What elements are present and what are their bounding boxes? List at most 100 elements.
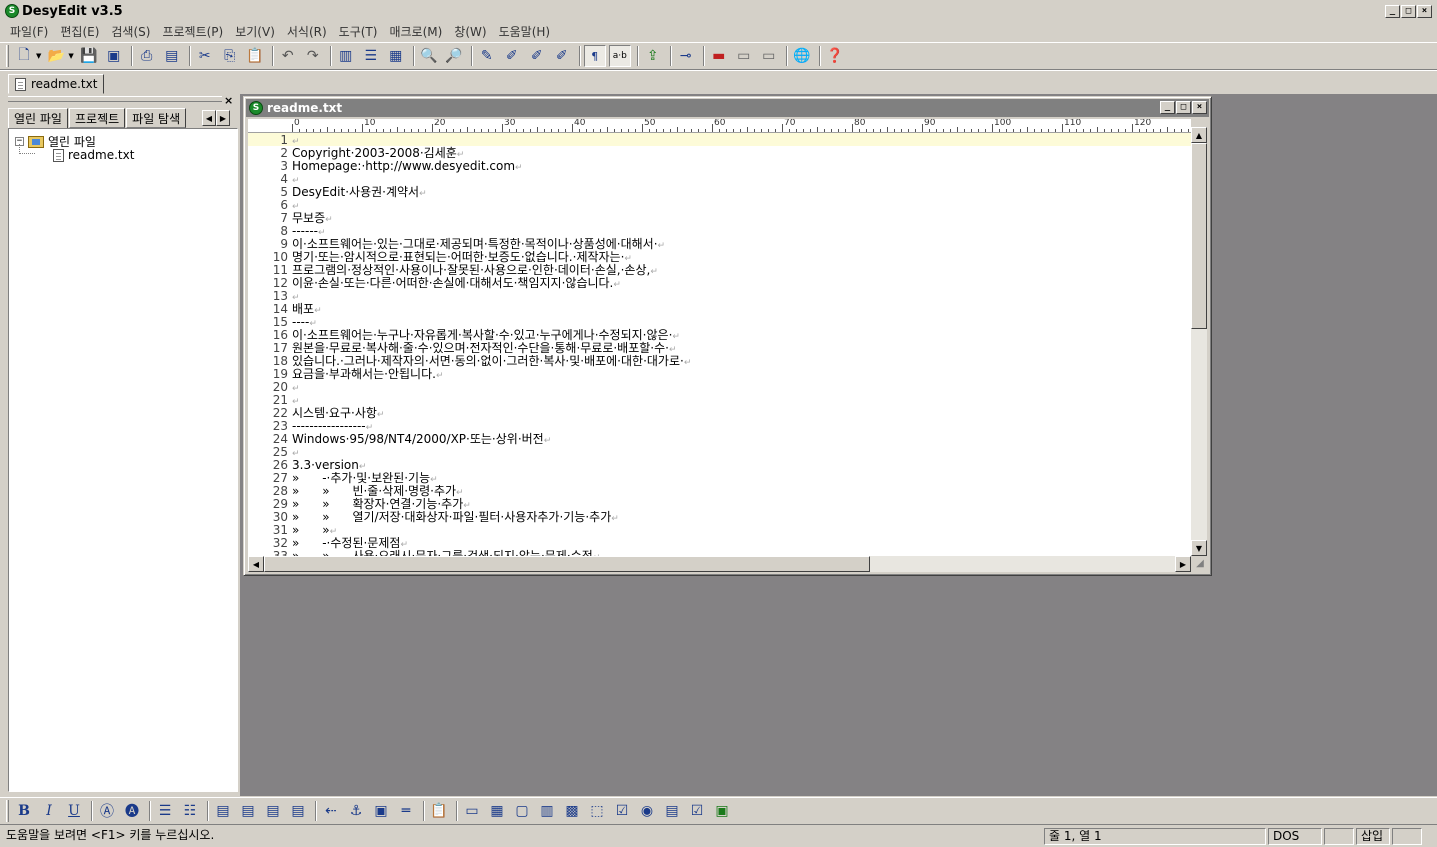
submit-icon[interactable]: ☑ bbox=[686, 800, 708, 822]
editor-line[interactable]: 14 배포↵ bbox=[248, 303, 1191, 317]
underline-button[interactable]: U bbox=[63, 800, 85, 822]
column-icon[interactable]: ▥ bbox=[335, 45, 357, 67]
new-file-icon[interactable]: 🗋 bbox=[13, 45, 35, 67]
editor-line[interactable]: 24 Windows·95/98/NT4/2000/XP·또는·상위·버전↵ bbox=[248, 433, 1191, 447]
textbox-icon[interactable]: ▢ bbox=[511, 800, 533, 822]
editor-title-bar[interactable]: S readme.txt _ □ × bbox=[246, 99, 1209, 117]
toolbar-grip[interactable] bbox=[6, 45, 9, 67]
save-all-icon[interactable]: ▣ bbox=[103, 45, 125, 67]
horizontal-scroll-thumb[interactable] bbox=[264, 556, 870, 572]
editor-line[interactable]: 7 무보증↵ bbox=[248, 212, 1191, 226]
vertical-scroll-thumb[interactable] bbox=[1191, 143, 1207, 329]
word-wrap-icon[interactable]: a·b bbox=[608, 45, 631, 67]
undo-icon[interactable]: ↶ bbox=[277, 45, 299, 67]
open-dropdown-icon[interactable]: ▼ bbox=[68, 52, 73, 60]
hr-icon[interactable]: ═ bbox=[395, 800, 417, 822]
grid-icon[interactable]: ▦ bbox=[385, 45, 407, 67]
menu-view[interactable]: 보기(V) bbox=[229, 23, 281, 40]
tab-open-files[interactable]: 열린 파일 bbox=[8, 108, 68, 129]
scroll-down-icon[interactable]: ▼ bbox=[1191, 540, 1207, 556]
menu-project[interactable]: 프로젝트(P) bbox=[156, 23, 229, 40]
paste-html-icon[interactable]: 📋 bbox=[428, 800, 450, 822]
status-line-format[interactable]: DOS bbox=[1268, 828, 1322, 845]
editor-line[interactable]: 22 시스템·요구·사항↵ bbox=[248, 407, 1191, 421]
image-icon[interactable]: ▣ bbox=[370, 800, 392, 822]
menu-tools[interactable]: 도구(T) bbox=[333, 23, 384, 40]
editor-line[interactable]: 21 ↵ bbox=[248, 394, 1191, 408]
align-justify-icon[interactable]: ▤ bbox=[287, 800, 309, 822]
status-insert-mode[interactable]: 삽입 bbox=[1356, 828, 1390, 845]
resize-grip-icon[interactable]: ◢ bbox=[1193, 558, 1207, 572]
scroll-up-icon[interactable]: ▲ bbox=[1191, 127, 1207, 143]
bookmark-icon[interactable]: ▬ bbox=[708, 45, 730, 67]
vertical-scrollbar[interactable]: ▲ ▼ bbox=[1191, 127, 1207, 556]
save-icon[interactable]: 💾 bbox=[78, 45, 100, 67]
anchor-icon[interactable]: ⚓ bbox=[345, 800, 367, 822]
redo-icon[interactable]: ↷ bbox=[302, 45, 324, 67]
comment-icon[interactable]: ▭ bbox=[733, 45, 755, 67]
menu-help[interactable]: 도움말(H) bbox=[493, 23, 557, 40]
font-color-icon[interactable]: Ⓐ bbox=[96, 800, 118, 822]
cut-icon[interactable]: ✂ bbox=[194, 45, 216, 67]
menu-macro[interactable]: 매크로(M) bbox=[383, 23, 448, 40]
tool-b-icon[interactable]: ✐ bbox=[526, 45, 548, 67]
editor-line[interactable]: 6 ↵ bbox=[248, 199, 1191, 213]
panel-grip[interactable] bbox=[8, 96, 222, 102]
editor-minimize-button[interactable]: _ bbox=[1160, 101, 1175, 114]
editor-line[interactable]: 12 이윤·손실·또는·다른·어떠한·손실에·대해서도·책임지지·않습니다.↵ bbox=[248, 277, 1191, 291]
editor-line[interactable]: 19 요금을·부과해서는·안됩니다.↵ bbox=[248, 368, 1191, 382]
editor-line[interactable]: 25 ↵ bbox=[248, 446, 1191, 460]
text-area[interactable]: 1 ↵ 2 Copyright·2003-2008·김세훈↵ 3 Homepage:·ht… bbox=[248, 133, 1191, 556]
open-folder-icon[interactable]: 📂 bbox=[45, 45, 67, 67]
panel-close-icon[interactable]: × bbox=[224, 94, 233, 107]
web-icon[interactable]: 🌐 bbox=[791, 45, 813, 67]
numbering-icon[interactable]: ☷ bbox=[179, 800, 201, 822]
copy-icon[interactable]: ⎘ bbox=[219, 45, 241, 67]
pin-icon[interactable]: ⊸ bbox=[675, 45, 697, 67]
table-icon[interactable]: ▦ bbox=[486, 800, 508, 822]
align-left-icon[interactable]: ▤ bbox=[212, 800, 234, 822]
highlight-icon[interactable]: ✎ bbox=[476, 45, 498, 67]
align-right-icon[interactable]: ▤ bbox=[262, 800, 284, 822]
arrow-left-icon[interactable]: ◀ bbox=[202, 110, 216, 126]
menu-search[interactable]: 검색(S) bbox=[105, 23, 156, 40]
editor-maximize-button[interactable]: □ bbox=[1176, 101, 1191, 114]
menu-window[interactable]: 창(W) bbox=[448, 23, 492, 40]
horizontal-scrollbar[interactable]: ◀ ▶ bbox=[248, 556, 1191, 572]
checkbox-icon[interactable]: ☑ bbox=[611, 800, 633, 822]
find-icon[interactable]: 🔍 bbox=[418, 45, 440, 67]
reset-icon[interactable]: ▣ bbox=[711, 800, 733, 822]
tab-file-explorer[interactable]: 파일 탐색 bbox=[126, 108, 187, 128]
menu-file[interactable]: 파일(F) bbox=[4, 23, 54, 40]
scroll-left-icon[interactable]: ◀ bbox=[248, 556, 264, 572]
export-icon[interactable]: ⇪ bbox=[642, 45, 664, 67]
align-center-icon[interactable]: ▤ bbox=[237, 800, 259, 822]
tab-readme[interactable]: readme.txt bbox=[8, 74, 105, 94]
bg-color-icon[interactable]: 🅐 bbox=[121, 800, 143, 822]
editor-line[interactable]: 5 DesyEdit·사용권·계약서↵ bbox=[248, 186, 1191, 200]
menu-edit[interactable]: 편집(E) bbox=[54, 23, 105, 40]
help-icon[interactable]: ❓ bbox=[824, 45, 846, 67]
bullets-icon[interactable]: ☰ bbox=[154, 800, 176, 822]
new-dropdown-icon[interactable]: ▼ bbox=[36, 52, 41, 60]
tree-item-readme[interactable]: readme.txt bbox=[53, 148, 134, 162]
arrow-right-icon[interactable]: ▶ bbox=[216, 110, 230, 126]
scroll-right-icon[interactable]: ▶ bbox=[1175, 556, 1191, 572]
tool-c-icon[interactable]: ✐ bbox=[551, 45, 573, 67]
link-icon[interactable]: ⇠ bbox=[320, 800, 342, 822]
hidden-icon[interactable]: ⬚ bbox=[586, 800, 608, 822]
password-icon[interactable]: ▩ bbox=[561, 800, 583, 822]
select-icon[interactable]: ▤ bbox=[661, 800, 683, 822]
maximize-button[interactable]: □ bbox=[1401, 5, 1416, 18]
editor-line[interactable]: 30» » 열기/저장·대화상자·파일·필터·사용자추가·기능·추가↵ bbox=[248, 511, 1191, 525]
bold-button[interactable]: B bbox=[13, 800, 35, 822]
italic-button[interactable]: I bbox=[38, 800, 60, 822]
radio-icon[interactable]: ◉ bbox=[636, 800, 658, 822]
tool-a-icon[interactable]: ✐ bbox=[501, 45, 523, 67]
whitespace-icon[interactable]: ¶ bbox=[583, 45, 606, 67]
input-icon[interactable]: ▥ bbox=[536, 800, 558, 822]
list-icon[interactable]: ☰ bbox=[360, 45, 382, 67]
comment2-icon[interactable]: ▭ bbox=[758, 45, 780, 67]
paste-icon[interactable]: 📋 bbox=[244, 45, 266, 67]
editor-line[interactable]: 13 ↵ bbox=[248, 290, 1191, 304]
